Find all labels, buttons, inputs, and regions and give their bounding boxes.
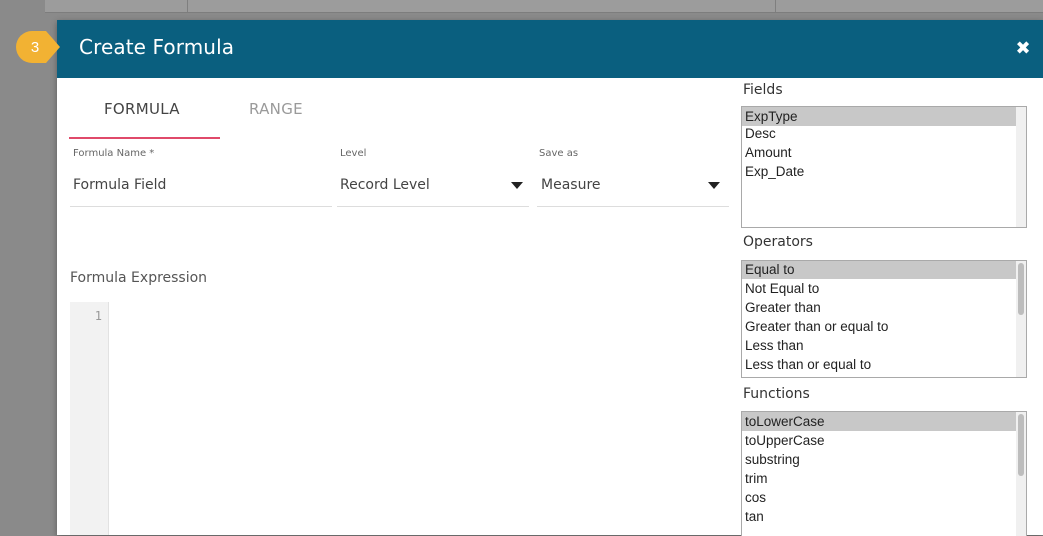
- list-item[interactable]: tan: [742, 507, 1026, 526]
- level-underline: [337, 206, 529, 207]
- fields-title: Fields: [743, 82, 783, 98]
- formula-expression-editor[interactable]: 1: [70, 302, 730, 535]
- list-item[interactable]: Greater than: [742, 298, 1026, 317]
- fields-list[interactable]: ExpType Desc Amount Exp_Date: [741, 106, 1027, 228]
- background-page: [0, 0, 45, 535]
- functions-title: Functions: [743, 386, 810, 402]
- step-number: 3: [30, 38, 40, 56]
- editor-gutter: 1: [70, 302, 109, 535]
- background-toolbar: [45, 0, 1043, 13]
- close-button[interactable]: ✖: [1003, 28, 1043, 68]
- tab-range[interactable]: RANGE: [249, 100, 303, 118]
- background-divider: [645, 0, 776, 12]
- operators-scrollbar[interactable]: [1016, 261, 1026, 377]
- operators-list[interactable]: Equal to Not Equal to Greater than Great…: [741, 260, 1027, 378]
- formula-name-label: Formula Name *: [73, 148, 155, 159]
- formula-expression-label: Formula Expression: [70, 270, 208, 286]
- list-item[interactable]: trim: [742, 469, 1026, 488]
- save-as-chevron-down-icon[interactable]: [708, 182, 720, 189]
- active-tab-indicator: [69, 137, 220, 139]
- level-select[interactable]: Record Level: [340, 177, 430, 193]
- line-number: 1: [94, 309, 102, 323]
- list-item[interactable]: Less than: [742, 336, 1026, 355]
- background-divider: [165, 0, 188, 12]
- save-as-underline: [537, 206, 729, 207]
- close-icon: ✖: [1015, 37, 1031, 59]
- list-item[interactable]: toLowerCase: [742, 412, 1026, 431]
- list-item[interactable]: substring: [742, 450, 1026, 469]
- scrollbar-thumb[interactable]: [1018, 263, 1024, 315]
- dialog-title: Create Formula: [79, 35, 235, 59]
- list-item[interactable]: cos: [742, 488, 1026, 507]
- list-item[interactable]: Exp_Date: [742, 162, 1026, 181]
- scrollbar-thumb[interactable]: [1018, 414, 1024, 476]
- list-item[interactable]: Not Equal to: [742, 279, 1026, 298]
- save-as-select[interactable]: Measure: [541, 177, 601, 193]
- save-as-label: Save as: [539, 148, 579, 159]
- functions-scrollbar[interactable]: [1016, 412, 1026, 536]
- level-label: Level: [340, 148, 367, 159]
- list-item[interactable]: Equal to: [742, 261, 1026, 279]
- level-chevron-down-icon[interactable]: [511, 182, 523, 189]
- list-item[interactable]: Amount: [742, 143, 1026, 162]
- list-item[interactable]: Less than or equal to: [742, 355, 1026, 374]
- fields-scrollbar[interactable]: [1016, 107, 1026, 227]
- operators-title: Operators: [743, 234, 813, 250]
- step-badge: 3: [16, 31, 62, 63]
- tab-formula[interactable]: FORMULA: [104, 100, 180, 118]
- formula-name-input[interactable]: Formula Field: [73, 177, 166, 193]
- functions-list[interactable]: toLowerCase toUpperCase substring trim c…: [741, 411, 1027, 536]
- list-item[interactable]: Desc: [742, 124, 1026, 143]
- formula-name-underline: [70, 206, 332, 207]
- dialog-header: Create Formula ✖: [57, 20, 1043, 78]
- list-item[interactable]: toUpperCase: [742, 431, 1026, 450]
- list-item[interactable]: Greater than or equal to: [742, 317, 1026, 336]
